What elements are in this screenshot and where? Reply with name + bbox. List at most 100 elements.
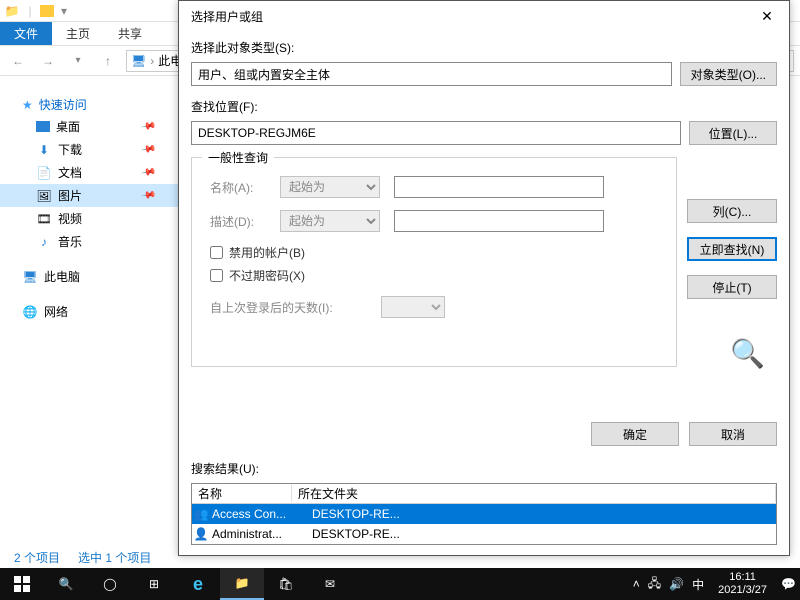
result-folder: DESKTOP-RE... xyxy=(312,507,776,521)
sidebar-item-documents[interactable]: 📄文档📌 xyxy=(0,161,178,184)
notifications-icon[interactable]: 💬 xyxy=(781,577,796,591)
group-icon: 👥 xyxy=(194,507,208,521)
tray-chevron-icon[interactable]: ˄ xyxy=(633,577,640,591)
pin-icon: 📌 xyxy=(140,164,157,180)
result-name: Administrat... xyxy=(212,527,308,541)
ime-indicator[interactable]: 中 xyxy=(692,576,704,593)
object-type-field[interactable] xyxy=(191,62,672,86)
cancel-button[interactable]: 取消 xyxy=(689,422,777,446)
name-input[interactable] xyxy=(394,176,604,198)
col-folder-header[interactable]: 所在文件夹 xyxy=(292,485,776,502)
network-tray-icon[interactable]: 🖧 xyxy=(648,574,661,595)
download-icon: ⬇ xyxy=(36,142,52,158)
select-user-dialog: 选择用户或组 ✕ 选择此对象类型(S): 对象类型(O)... 查找位置(F):… xyxy=(178,0,790,556)
sidebar-item-desktop[interactable]: 桌面📌 xyxy=(0,115,178,138)
folder-icon: 📁 xyxy=(4,3,20,19)
sidebar-item-videos[interactable]: 🎞视频 xyxy=(0,207,178,230)
object-type-label: 选择此对象类型(S): xyxy=(191,39,777,56)
folder-icon: 📁 xyxy=(235,576,250,590)
object-types-button[interactable]: 对象类型(O)... xyxy=(680,62,777,86)
pictures-icon xyxy=(40,5,54,17)
dialog-titlebar: 选择用户或组 ✕ xyxy=(179,1,789,31)
ribbon-home-tab[interactable]: 主页 xyxy=(52,22,104,45)
location-label: 查找位置(F): xyxy=(191,98,777,115)
sidebar-item-music[interactable]: ♪音乐 xyxy=(0,230,178,253)
days-select[interactable] xyxy=(381,296,445,318)
results-label: 搜索结果(U): xyxy=(191,460,777,477)
find-now-button[interactable]: 立即查找(N) xyxy=(687,237,777,261)
explorer-statusbar: 2 个项目 选中 1 个项目 xyxy=(0,546,165,568)
sidebar-network[interactable]: 🌐网络 xyxy=(0,300,178,323)
sidebar-this-pc[interactable]: 🖥此电脑 xyxy=(0,265,178,288)
desc-input[interactable] xyxy=(394,210,604,232)
col-name-header[interactable]: 名称 xyxy=(192,485,292,502)
nav-back-icon[interactable]: ← xyxy=(6,49,30,73)
document-icon: 📄 xyxy=(36,165,52,181)
music-icon: ♪ xyxy=(36,234,52,250)
ok-button[interactable]: 确定 xyxy=(591,422,679,446)
result-row[interactable]: 👤 Administrat... DESKTOP-RE... xyxy=(192,524,776,544)
results-header[interactable]: 名称 所在文件夹 xyxy=(192,484,776,504)
result-row[interactable]: 👥 Access Con... DESKTOP-RE... xyxy=(192,504,776,524)
sidebar-quick-access[interactable]: ★ 快速访问 xyxy=(0,94,178,115)
ribbon-share-tab[interactable]: 共享 xyxy=(104,22,156,45)
results-table: 名称 所在文件夹 👥 Access Con... DESKTOP-RE... 👤… xyxy=(191,483,777,545)
pc-icon: 🖥 xyxy=(131,54,146,68)
network-icon: 🌐 xyxy=(22,304,38,320)
nav-up-icon[interactable]: ↑ xyxy=(96,49,120,73)
qat-divider: | xyxy=(22,3,38,19)
edge-icon: e xyxy=(193,574,203,595)
store-icon: 🛍 xyxy=(278,577,293,591)
user-icon: 👤 xyxy=(194,527,208,541)
desc-match-select[interactable]: 起始为 xyxy=(280,210,380,232)
pin-icon: 📌 xyxy=(140,141,157,157)
explorer-sidebar: ★ 快速访问 桌面📌 ⬇下载📌 📄文档📌 🖼图片📌 🎞视频 ♪音乐 🖥此电脑 🌐… xyxy=(0,76,178,556)
start-button[interactable] xyxy=(0,568,44,600)
close-button[interactable]: ✕ xyxy=(747,2,787,30)
days-label: 自上次登录后的天数(I): xyxy=(210,299,333,316)
taskview-icon: ⊞ xyxy=(149,577,159,591)
group-title: 一般性查询 xyxy=(202,149,274,166)
close-icon: ✕ xyxy=(761,8,773,25)
sidebar-item-pictures[interactable]: 🖼图片📌 xyxy=(0,184,178,207)
desktop-icon xyxy=(36,121,50,132)
edge-button[interactable]: e xyxy=(176,568,220,600)
pc-icon: 🖥 xyxy=(22,269,38,285)
store-button[interactable]: 🛍 xyxy=(264,568,308,600)
search-icon: 🔍 xyxy=(59,577,74,591)
status-count: 2 个项目 xyxy=(14,549,60,566)
status-selected: 选中 1 个项目 xyxy=(78,549,151,566)
noexpire-label: 不过期密码(X) xyxy=(229,267,305,284)
taskview-button[interactable]: ⊞ xyxy=(132,568,176,600)
disabled-accounts-label: 禁用的帐户(B) xyxy=(229,244,305,261)
nav-fwd-icon: → xyxy=(36,49,60,73)
taskbar-clock[interactable]: 16:11 2021/3/27 xyxy=(712,569,773,599)
desc-label: 描述(D): xyxy=(210,213,266,230)
dialog-title: 选择用户或组 xyxy=(191,8,263,25)
noexpire-checkbox[interactable] xyxy=(210,269,223,282)
cortana-icon: ◯ xyxy=(103,577,116,591)
pin-icon: 📌 xyxy=(140,118,157,134)
stop-button[interactable]: 停止(T) xyxy=(687,275,777,299)
location-field[interactable] xyxy=(191,121,681,145)
sidebar-item-downloads[interactable]: ⬇下载📌 xyxy=(0,138,178,161)
clock-time: 16:11 xyxy=(718,571,767,584)
name-match-select[interactable]: 起始为 xyxy=(280,176,380,198)
result-name: Access Con... xyxy=(212,507,308,521)
ribbon-file-tab[interactable]: 文件 xyxy=(0,22,52,45)
common-queries-group: 一般性查询 名称(A): 起始为 描述(D): 起始为 禁用的帐户(B) 不过期… xyxy=(191,157,677,367)
cortana-button[interactable]: ◯ xyxy=(88,568,132,600)
locations-button[interactable]: 位置(L)... xyxy=(689,121,777,145)
nav-history-icon[interactable]: ▾ xyxy=(66,49,90,73)
result-folder: DESKTOP-RE... xyxy=(312,527,776,541)
search-button[interactable]: 🔍 xyxy=(44,568,88,600)
pin-icon: 📌 xyxy=(140,187,157,203)
volume-icon[interactable]: 🔊 xyxy=(669,577,684,591)
disabled-accounts-checkbox[interactable] xyxy=(210,246,223,259)
mail-button[interactable]: ✉ xyxy=(308,568,352,600)
dropdown-icon[interactable]: ▾ xyxy=(56,3,72,19)
explorer-taskbar-button[interactable]: 📁 xyxy=(220,568,264,600)
taskbar: 🔍 ◯ ⊞ e 📁 🛍 ✉ ˄ 🖧 🔊 中 16:11 2021/3/27 💬 xyxy=(0,568,800,600)
mail-icon: ✉ xyxy=(325,577,335,591)
columns-button[interactable]: 列(C)... xyxy=(687,199,777,223)
